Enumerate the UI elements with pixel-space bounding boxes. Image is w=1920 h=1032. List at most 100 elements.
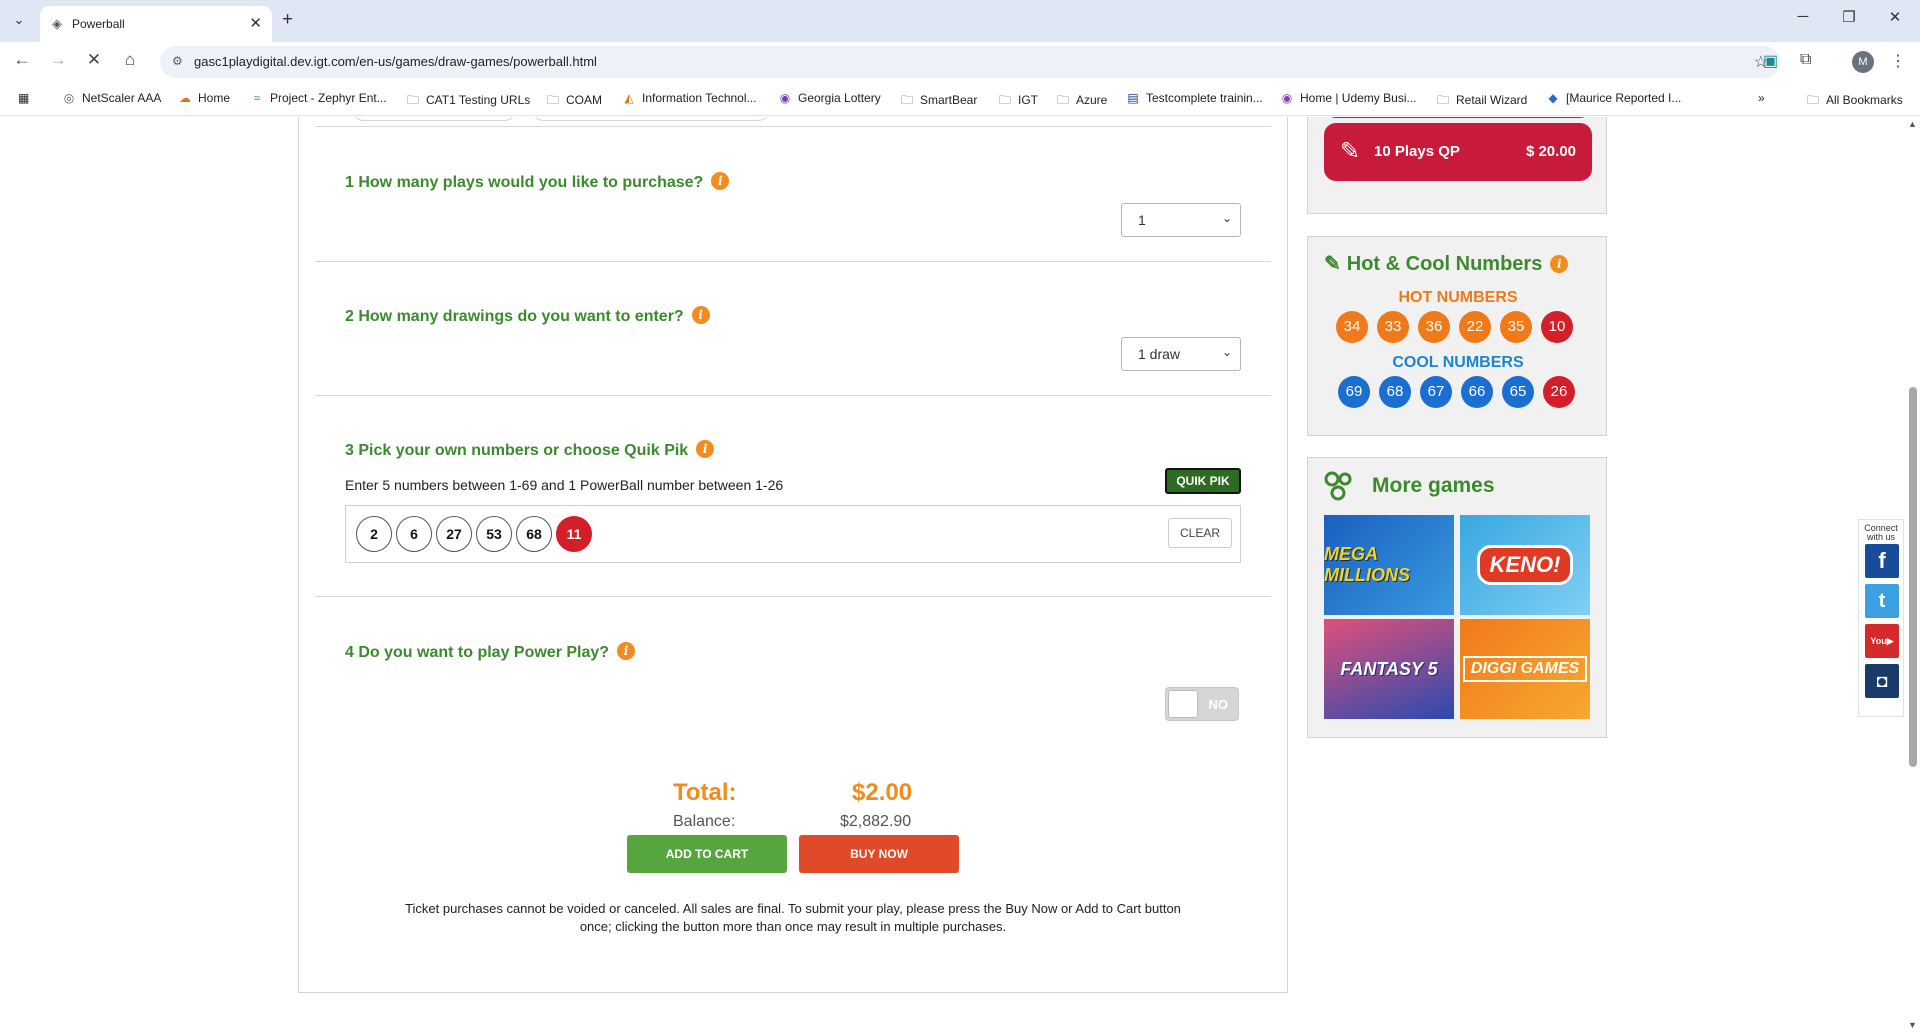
10-plays-qp-button[interactable]: ✎ 10 Plays QP $ 20.00 <box>1324 123 1592 181</box>
apps-grid-icon[interactable]: ▦ <box>18 91 29 105</box>
more-bookmarks-icon[interactable]: » <box>1758 91 1765 105</box>
profile-avatar[interactable]: M <box>1852 51 1874 73</box>
tab-pill[interactable] <box>351 117 517 121</box>
page-scrollbar[interactable]: ▲ ▼ <box>1906 117 1920 1032</box>
fantasy-5-tile[interactable]: FANTASY 5 <box>1324 619 1454 719</box>
home-icon[interactable]: ⌂ <box>118 50 142 70</box>
buy-now-button[interactable]: BUY NOW <box>799 835 959 873</box>
qp-label: 10 Plays QP <box>1374 143 1460 160</box>
back-icon[interactable]: ← <box>10 50 34 70</box>
browser-menu-icon[interactable]: ⋮ <box>1890 51 1906 71</box>
clear-button[interactable]: CLEAR <box>1168 518 1232 548</box>
bookmark-item[interactable]: ◭ Information Technol... <box>622 91 756 105</box>
browser-toolbar: ← → ✕ ⌂ ⚙ gasc1playdigital.dev.igt.com/e… <box>0 42 1920 82</box>
info-icon[interactable]: i <box>691 306 710 324</box>
drawings-select-value: 1 draw <box>1138 346 1181 362</box>
youtube-icon[interactable]: You▶ <box>1865 624 1899 658</box>
bookmark-item[interactable]: ≈ Project - Zephyr Ent... <box>250 91 387 105</box>
info-icon[interactable]: i <box>617 642 636 660</box>
scroll-up-icon[interactable]: ▲ <box>1908 119 1917 129</box>
home-icon: ☁ <box>179 91 191 105</box>
info-icon[interactable]: i <box>1550 255 1569 273</box>
quik-pik-button[interactable]: QUIK PIK <box>1165 468 1241 494</box>
purchase-disclaimer: Ticket purchases cannot be voided or can… <box>405 901 1181 934</box>
new-tab-icon[interactable]: + <box>282 9 293 31</box>
cool-number: 67 <box>1420 376 1452 408</box>
step-3-text: 3 Pick your own numbers or choose Quik P… <box>345 442 689 459</box>
facebook-icon[interactable]: f <box>1865 544 1899 578</box>
info-icon[interactable]: i <box>696 440 715 458</box>
drawings-select[interactable]: 1 draw ⌄ <box>1121 337 1241 371</box>
extension-icon[interactable]: ▣ <box>1763 51 1778 71</box>
scrollbar-thumb[interactable] <box>1909 387 1917 767</box>
all-bookmarks[interactable]: 🗀 All Bookmarks <box>1806 91 1903 112</box>
step-1-title: 1 How many plays would you like to purch… <box>345 172 730 192</box>
picked-number[interactable]: 53 <box>476 516 512 552</box>
bookmark-item[interactable]: ☁ Home <box>178 91 230 105</box>
site-icon: ◭ <box>624 91 634 105</box>
mega-millions-tile[interactable]: MEGA MILLIONS <box>1324 515 1454 615</box>
extensions-puzzle-icon[interactable]: ⧉ <box>1800 51 1811 69</box>
forward-icon[interactable]: → <box>46 50 70 70</box>
cool-number: 68 <box>1379 376 1411 408</box>
more-games-title: More games <box>1372 474 1495 497</box>
url-text[interactable]: gasc1playdigital.dev.igt.com/en-us/games… <box>194 54 597 69</box>
bookmark-item[interactable]: 🗀 Retail Wizard <box>1436 91 1527 112</box>
instagram-icon[interactable]: ◘ <box>1865 664 1899 698</box>
bookmark-item[interactable]: 🗀 Azure <box>1056 91 1107 112</box>
balance-value: $2,882.90 <box>840 813 912 830</box>
tab-close-icon[interactable]: ✕ <box>249 14 262 32</box>
globe-icon: ◎ <box>63 91 75 105</box>
hot-number: 36 <box>1418 311 1450 343</box>
tm-icon: ▤ <box>1127 91 1139 105</box>
minimize-icon[interactable]: ─ <box>1780 8 1826 25</box>
tab-pill[interactable] <box>531 117 771 121</box>
diggi-logo: DIGGI GAMES <box>1462 656 1588 682</box>
cool-number: 66 <box>1461 376 1493 408</box>
info-icon[interactable]: i <box>711 172 730 190</box>
bookmark-label: Georgia Lottery <box>798 91 881 105</box>
scroll-down-icon[interactable]: ▼ <box>1908 1020 1917 1030</box>
hot-number: 22 <box>1459 311 1491 343</box>
bookmark-item[interactable]: ◎ NetScaler AAA <box>62 91 162 105</box>
bookmark-item[interactable]: ◉ Home | Udemy Busi... <box>1280 91 1417 105</box>
zephyr-icon: ≈ <box>253 91 261 105</box>
tab-search-icon[interactable]: ⌄ <box>8 9 30 31</box>
keno-tile[interactable]: KENO! <box>1460 515 1590 615</box>
folder-icon: 🗀 <box>1056 93 1069 107</box>
site-info-icon[interactable]: ⚙ <box>172 54 183 68</box>
step-2-title: 2 How many drawings do you want to enter… <box>345 306 710 326</box>
hot-number: 35 <box>1500 311 1532 343</box>
picked-number[interactable]: 2 <box>356 516 392 552</box>
bookmark-label: CAT1 Testing URLs <box>426 93 531 107</box>
cool-number: 69 <box>1338 376 1370 408</box>
close-window-icon[interactable]: ✕ <box>1872 8 1918 26</box>
bookmark-label: Home | Udemy Busi... <box>1300 91 1417 105</box>
bookmark-item[interactable]: 🗀 COAM <box>546 91 602 112</box>
picked-number[interactable]: 6 <box>396 516 432 552</box>
bookmark-item[interactable]: 🗀 CAT1 Testing URLs <box>406 91 530 112</box>
bookmark-item[interactable]: 🗀 SmartBear <box>900 91 977 112</box>
restore-icon[interactable]: ❐ <box>1826 8 1872 26</box>
games-icon <box>1324 471 1352 501</box>
quick-pick-button-partial[interactable] <box>1324 117 1592 118</box>
browser-tab[interactable]: ◈ Powerball ✕ <box>40 6 272 42</box>
stop-loading-icon[interactable]: ✕ <box>82 50 106 70</box>
twitter-icon[interactable]: t <box>1865 584 1899 618</box>
folder-icon: 🗀 <box>1436 93 1449 107</box>
powerball-number[interactable]: 11 <box>556 516 592 552</box>
add-to-cart-button[interactable]: ADD TO CART <box>627 835 787 873</box>
purchase-panel: 1 How many plays would you like to purch… <box>298 117 1288 993</box>
picked-number[interactable]: 68 <box>516 516 552 552</box>
diggi-logo-wrap: DIGGI GAMES <box>1460 619 1590 719</box>
bookmark-item[interactable]: 🗀 IGT <box>998 91 1038 112</box>
bookmark-item[interactable]: ▤ Testcomplete trainin... <box>1126 91 1262 105</box>
plays-select[interactable]: 1 ⌄ <box>1121 203 1241 237</box>
bookmark-label: Retail Wizard <box>1456 93 1528 107</box>
picked-number[interactable]: 27 <box>436 516 472 552</box>
address-bar[interactable]: ⚙ gasc1playdigital.dev.igt.com/en-us/gam… <box>160 46 1780 78</box>
power-play-toggle[interactable]: NO <box>1165 687 1239 721</box>
diggi-games-tile[interactable]: DIGGI GAMES <box>1460 619 1590 719</box>
bookmark-item[interactable]: ◆ [Maurice Reported I... <box>1546 91 1681 105</box>
bookmark-item[interactable]: ◉ Georgia Lottery <box>778 91 881 105</box>
